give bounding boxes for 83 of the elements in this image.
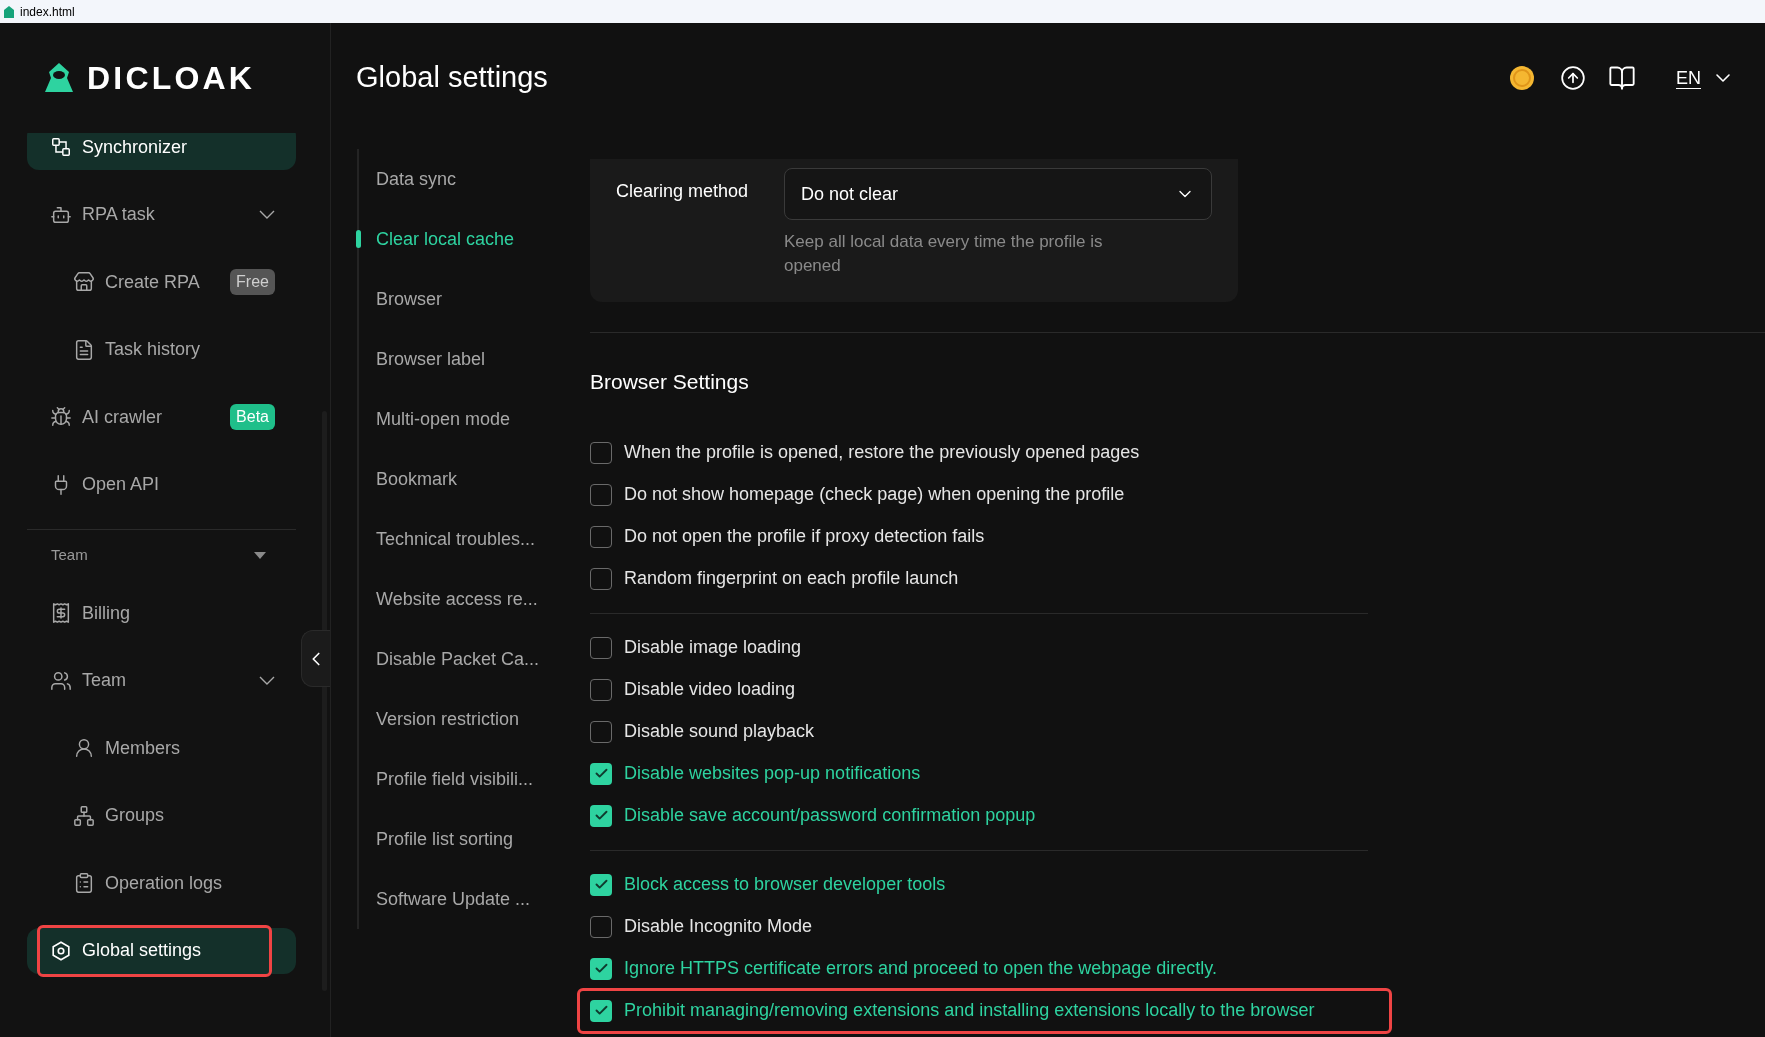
checkbox-label: Disable video loading (624, 678, 796, 701)
synchronizer-icon (50, 136, 72, 158)
subnav-item[interactable]: Website access re... (359, 585, 538, 613)
checkbox[interactable] (590, 957, 612, 980)
hint-text: Keep all local data every time the profile is opened (784, 231, 1104, 277)
nav-item[interactable]: Global settings (27, 927, 296, 974)
subnav-item[interactable]: Multi-open mode (359, 405, 511, 433)
collapse-button[interactable] (301, 630, 330, 687)
subnav-item[interactable]: Clear local cache (359, 225, 515, 253)
logo-icon (43, 62, 75, 94)
checkbox[interactable] (590, 999, 612, 1022)
checkbox-label: Prohibit managing/removing extensions and installing extensions locally to the browser (624, 999, 1315, 1022)
check-icon (593, 961, 609, 976)
checkbox[interactable] (590, 915, 612, 938)
settings-icon (50, 939, 72, 962)
nav-item[interactable]: Members (27, 725, 296, 771)
field-label: Clearing method (616, 180, 750, 203)
checkbox[interactable] (590, 873, 612, 896)
bug-icon (50, 406, 72, 428)
checkbox[interactable] (590, 483, 612, 506)
subnav-item[interactable]: Software Update ... (359, 885, 531, 913)
checkbox[interactable] (590, 636, 612, 659)
check-icon (593, 808, 609, 823)
select-field[interactable]: Do not clear (784, 168, 1212, 220)
checkbox-label: Block access to browser developer tools (624, 873, 946, 896)
nav-item[interactable]: Team (27, 657, 296, 704)
nav-item[interactable]: Operation logs (27, 860, 296, 906)
tag: Beta (230, 404, 275, 430)
subnav-item[interactable]: Technical troubles... (359, 525, 536, 553)
language-selector[interactable]: EN (1676, 64, 1735, 92)
nav-item[interactable]: RPA task (27, 191, 296, 238)
subnav-item[interactable]: Disable Packet Ca... (359, 645, 540, 673)
page-title: Global settings (356, 60, 548, 96)
tag: Free (230, 269, 275, 295)
checkbox-label: When the profile is opened, restore the previously opened pages (624, 441, 1140, 464)
section-title: Team (51, 545, 88, 566)
checkbox[interactable] (590, 678, 612, 701)
book-icon[interactable] (1608, 64, 1636, 92)
receipt-icon (50, 602, 72, 624)
subnav-item[interactable]: Browser (359, 285, 442, 313)
check-icon (593, 1003, 609, 1018)
checkbox[interactable] (590, 525, 612, 548)
nav-item[interactable]: Billing (27, 590, 296, 636)
user-icon (73, 737, 95, 759)
subnav-item[interactable]: Data sync (359, 165, 457, 193)
nav-item[interactable]: Open API (27, 461, 296, 508)
checkbox-label: Do not open the profile if proxy detection fails (624, 525, 985, 548)
store-icon (73, 271, 95, 293)
nav-item[interactable]: Task history (27, 326, 296, 373)
check-icon (593, 877, 609, 892)
scrollbar[interactable] (322, 411, 327, 991)
page-icon (2, 4, 16, 19)
subnav-item[interactable]: Profile list sorting (359, 825, 514, 853)
checkbox[interactable] (590, 567, 612, 590)
logo-text: DICLOAK (87, 59, 256, 98)
subnav-item[interactable]: Profile field visibili... (359, 765, 534, 793)
subnav-item[interactable]: Browser label (359, 345, 486, 373)
tab-title: index.html (20, 3, 75, 21)
nav-item[interactable]: Create RPA Free (27, 259, 296, 305)
checkbox[interactable] (590, 720, 612, 743)
checkbox-label: Disable Incognito Mode (624, 915, 813, 938)
checkbox-label: Disable websites pop-up notifications (624, 762, 921, 785)
subnav-item[interactable]: Bookmark (359, 465, 458, 493)
checkbox-label: Disable image loading (624, 636, 802, 659)
checkbox-label: Do not show homepage (check page) when opening the profile (624, 483, 1125, 506)
checkbox-label: Disable save account/password confirmation popup (624, 804, 1036, 827)
checkbox[interactable] (590, 804, 612, 827)
upload-icon[interactable] (1560, 65, 1586, 91)
checkbox[interactable] (590, 441, 612, 464)
checkbox-label: Disable sound playback (624, 720, 815, 743)
clipboard-icon (73, 872, 95, 894)
caret-down-icon (254, 551, 266, 560)
document-icon (73, 338, 95, 361)
checkbox-label: Ignore HTTPS certificate errors and proceed to open the webpage directly. (624, 957, 1217, 980)
check-icon (593, 766, 609, 781)
checkbox-label: Random fingerprint on each profile launch (624, 567, 959, 590)
checkbox[interactable] (590, 762, 612, 785)
users-icon (50, 669, 72, 692)
nav-item[interactable]: AI crawler Beta (27, 394, 296, 440)
subnav-item[interactable]: Version restriction (359, 705, 520, 733)
nav-item[interactable]: Synchronizer (27, 133, 296, 170)
section-heading: Browser Settings (590, 369, 750, 395)
nav-item[interactable]: Groups (27, 792, 296, 839)
